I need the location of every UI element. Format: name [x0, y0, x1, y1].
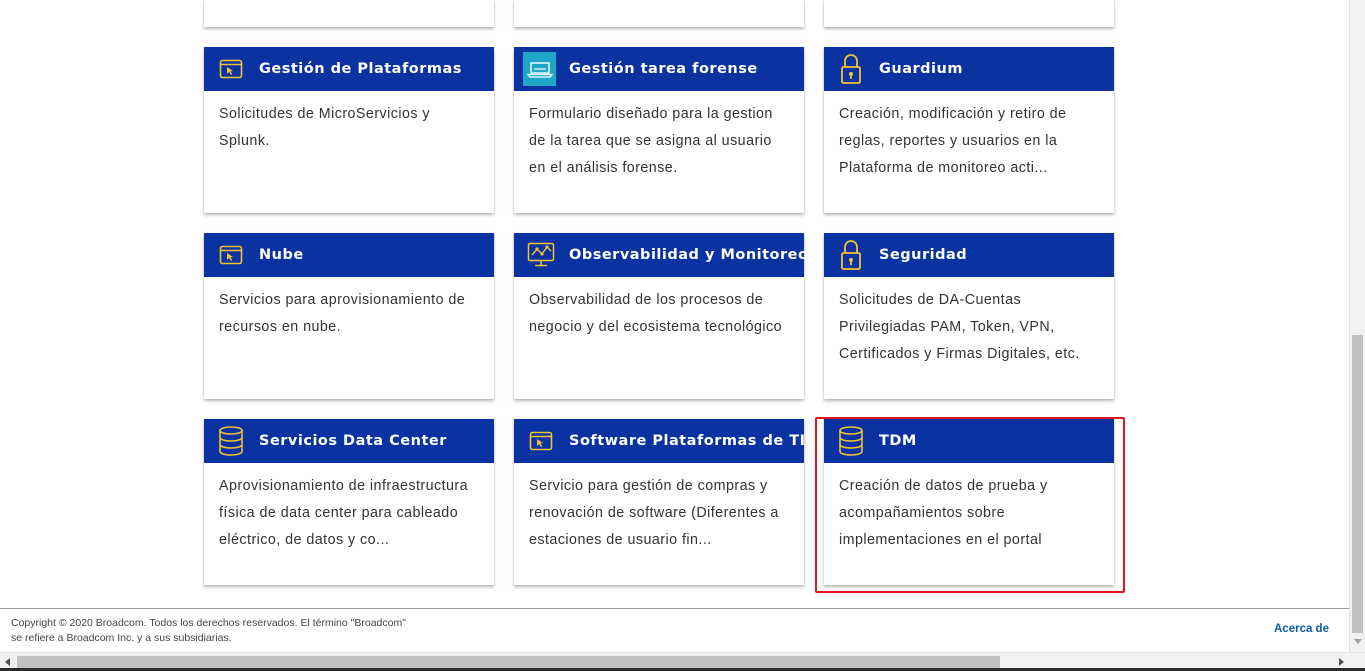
card-header[interactable]: Nube [204, 233, 494, 277]
card-title[interactable]: Nube [259, 247, 304, 263]
catalog-card-observabilidad[interactable]: Observabilidad y Monitoreo Observabilida… [514, 233, 808, 399]
catalog-card-nube[interactable]: Nube Servicios para aprovisionamiento de… [204, 233, 494, 399]
card-header[interactable]: Guardium [824, 47, 1114, 91]
about-link[interactable]: Acerca de [1274, 623, 1329, 635]
card-description: Observabilidad de los procesos de negoci… [529, 292, 783, 335]
card-header[interactable]: Software Plataformas de TI [514, 419, 806, 463]
card-header[interactable]: Gestión de Plataformas [204, 47, 494, 91]
vertical-scrollbar[interactable] [1349, 0, 1365, 652]
card-description: Formulario diseñado para la gestion de l… [529, 106, 773, 176]
card-header[interactable]: Gestión tarea forense [514, 47, 804, 91]
catalog-card-software-plataformas[interactable]: Software Plataformas de TI Servicio para… [514, 419, 806, 585]
card-description: Solicitudes de MicroServicios y Splunk. [219, 106, 430, 149]
catalog-card-partial[interactable] [824, 0, 1114, 27]
card-description: Aprovisionamiento de infraestructura fís… [219, 478, 469, 548]
catalog-card-guardium[interactable]: Guardium Creación, modificación y retiro… [824, 47, 1114, 213]
window-cursor-icon [216, 238, 246, 272]
card-header[interactable]: Observabilidad y Monitoreo [514, 233, 808, 277]
laptop-icon [523, 52, 556, 86]
catalog-card-gestion-tarea-forense[interactable]: Gestión tarea forense Formulario diseñad… [514, 47, 804, 213]
scroll-right-arrow-icon[interactable] [1339, 658, 1344, 666]
card-header[interactable]: Seguridad [824, 233, 1114, 277]
window-cursor-icon [526, 424, 556, 458]
scroll-left-arrow-icon[interactable] [5, 658, 10, 666]
catalog-card-partial[interactable] [204, 0, 494, 27]
scroll-down-arrow-icon[interactable] [1354, 639, 1362, 644]
copyright-line-2: se refiere a Broadcom Inc. y a sus subsi… [11, 632, 232, 644]
database-icon [836, 424, 866, 458]
padlock-icon [836, 52, 866, 86]
footer-divider [0, 608, 1349, 609]
card-title[interactable]: Servicios Data Center [259, 433, 447, 449]
vertical-scrollbar-thumb[interactable] [1352, 335, 1363, 633]
card-title[interactable]: Gestión tarea forense [569, 61, 758, 77]
card-header[interactable]: Servicios Data Center [204, 419, 494, 463]
catalog-page: Gestión de Plataformas Solicitudes de Mi… [0, 0, 1349, 652]
card-description: Creación de datos de prueba y acompañami… [839, 478, 1048, 548]
catalog-card-partial[interactable] [514, 0, 804, 27]
footer-copyright: Copyright © 2020 Broadcom. Todos los der… [11, 616, 451, 646]
horizontal-scrollbar-thumb[interactable] [17, 656, 1000, 668]
monitor-chart-icon [526, 238, 556, 272]
card-description: Servicios para aprovisionamiento de recu… [219, 292, 466, 335]
card-title[interactable]: TDM [879, 433, 917, 449]
catalog-card-gestion-plataformas[interactable]: Gestión de Plataformas Solicitudes de Mi… [204, 47, 494, 213]
card-description: Solicitudes de DA-Cuentas Privilegiadas … [839, 292, 1080, 362]
card-description: Creación, modificación y retiro de regla… [839, 106, 1067, 176]
card-title[interactable]: Guardium [879, 61, 963, 77]
padlock-icon [836, 238, 866, 272]
card-header[interactable]: TDM [824, 419, 1114, 463]
copyright-line-1: Copyright © 2020 Broadcom. Todos los der… [11, 617, 406, 629]
card-title[interactable]: Gestión de Plataformas [259, 61, 462, 77]
catalog-card-seguridad[interactable]: Seguridad Solicitudes de DA-Cuentas Priv… [824, 233, 1114, 399]
window-cursor-icon [216, 52, 246, 86]
catalog-card-servicios-data-center[interactable]: Servicios Data Center Aprovisionamiento … [204, 419, 494, 585]
database-icon [216, 424, 246, 458]
catalog-card-tdm[interactable]: TDM Creación de datos de prueba y acompa… [824, 419, 1114, 585]
card-description: Servicio para gestión de compras y renov… [529, 478, 779, 548]
card-title[interactable]: Software Plataformas de TI [569, 433, 806, 449]
card-title[interactable]: Observabilidad y Monitoreo [569, 247, 808, 263]
card-title[interactable]: Seguridad [879, 247, 967, 263]
